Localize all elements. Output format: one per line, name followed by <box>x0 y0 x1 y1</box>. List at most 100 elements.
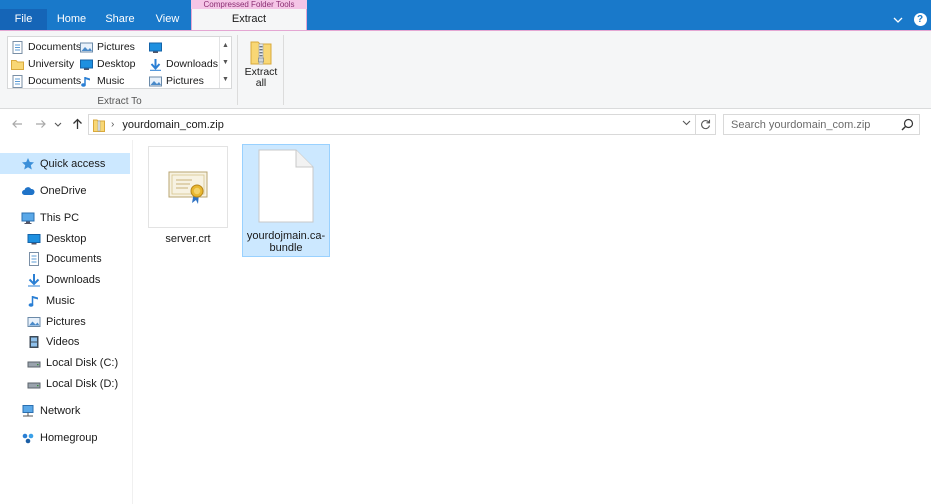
music-icon <box>81 76 90 87</box>
extract-to-label: Documents <box>28 75 82 87</box>
drive-icon <box>27 361 41 367</box>
ribbon-tab-bar: Compressed Folder Tools File Home Share … <box>0 0 931 31</box>
refresh-icon <box>701 119 711 130</box>
navigation-pane: Quick access OneDrive This PC Desktop Do… <box>0 140 133 504</box>
extract-to-music[interactable]: Music <box>80 73 124 89</box>
folder-icon <box>11 59 24 70</box>
help-button[interactable]: ? <box>909 9 931 30</box>
nav-item-label: Network <box>40 404 81 417</box>
tab-view[interactable]: View <box>144 9 191 30</box>
desktop-icon <box>27 233 41 244</box>
arrow-left-icon <box>12 120 22 128</box>
search-icon[interactable] <box>901 118 914 131</box>
nav-item-quick-access[interactable]: Quick access <box>0 153 130 174</box>
recent-locations-button[interactable] <box>52 115 64 133</box>
downloads-icon <box>150 58 161 71</box>
nav-item-pictures[interactable]: Pictures <box>0 311 130 332</box>
documents-icon <box>12 74 23 88</box>
gallery-more-icon[interactable]: ▼ <box>222 76 229 83</box>
file-item-server-crt[interactable]: server.crt <box>147 146 229 245</box>
nav-item-local-disk-d[interactable]: Local Disk (D:) <box>0 373 130 394</box>
extract-to-documents-2[interactable]: Documents <box>11 73 81 89</box>
cloud-icon <box>22 186 35 195</box>
extract-to-desktop-2[interactable] <box>149 39 166 55</box>
tab-extract[interactable]: Extract <box>191 9 307 31</box>
nav-item-label: OneDrive <box>40 184 87 197</box>
zip-folder-icon <box>250 41 272 65</box>
tab-file[interactable]: File <box>0 9 47 30</box>
chevron-down-icon <box>682 120 691 126</box>
chevron-down-icon <box>54 122 62 127</box>
scroll-down-arrow-icon[interactable]: ▼ <box>222 59 229 66</box>
nav-item-network[interactable]: Network <box>0 400 130 421</box>
extract-to-label: Pictures <box>97 41 135 53</box>
extract-to-desktop[interactable]: Desktop <box>80 56 136 72</box>
breadcrumb-separator-icon[interactable]: › <box>111 119 114 130</box>
nav-item-documents[interactable]: Documents <box>0 248 130 269</box>
extract-to-label: Downloads <box>166 58 218 70</box>
nav-item-label: Desktop <box>46 232 87 245</box>
pictures-icon <box>27 316 41 327</box>
pictures-icon <box>149 76 162 86</box>
homegroup-icon <box>22 433 34 443</box>
nav-item-label: This PC <box>40 211 80 224</box>
extract-all-button[interactable]: Extract all <box>243 37 279 97</box>
nav-item-onedrive[interactable]: OneDrive <box>0 180 130 201</box>
tab-home[interactable]: Home <box>47 9 96 30</box>
navigation-bar: › yourdomain_com.zip <box>0 111 931 138</box>
extract-to-documents[interactable]: Documents <box>11 39 81 55</box>
file-item-ca-bundle[interactable]: yourdojmain.ca-bundle <box>242 144 330 257</box>
nav-item-local-disk-c[interactable]: Local Disk (C:) <box>0 352 130 373</box>
extract-to-label: University <box>28 58 75 70</box>
downloads-icon <box>28 273 40 286</box>
nav-item-this-pc[interactable]: This PC <box>0 207 130 228</box>
extract-to-downloads[interactable]: Downloads <box>149 56 218 72</box>
ribbon-extract-panel: Documents University Documents Pictures … <box>0 30 931 109</box>
extract-to-gallery: Documents University Documents Pictures … <box>7 36 232 89</box>
nav-item-label: Local Disk (D:) <box>46 377 119 390</box>
extract-to-pictures[interactable]: Pictures <box>80 39 135 55</box>
extract-to-pictures-2[interactable]: Pictures <box>149 73 204 89</box>
certificate-icon <box>168 171 208 204</box>
search-input[interactable] <box>731 118 899 131</box>
ribbon-divider <box>283 35 284 105</box>
up-button[interactable] <box>68 115 86 133</box>
nav-item-label: Music <box>46 294 75 307</box>
back-button[interactable] <box>8 115 26 133</box>
scroll-up-arrow-icon[interactable]: ▲ <box>222 42 229 49</box>
file-thumbnail <box>243 145 329 227</box>
desktop-icon <box>80 59 93 70</box>
computer-icon <box>21 212 35 224</box>
nav-item-homegroup[interactable]: Homegroup <box>0 427 130 448</box>
extract-to-university[interactable]: University <box>11 56 74 72</box>
context-tab-group-label: Compressed Folder Tools <box>191 0 307 9</box>
address-history-dropdown[interactable] <box>682 118 691 129</box>
address-bar[interactable]: › yourdomain_com.zip <box>88 114 696 135</box>
nav-item-label: Homegroup <box>40 431 98 444</box>
nav-item-videos[interactable]: Videos <box>0 331 130 352</box>
nav-item-label: Quick access <box>40 157 106 170</box>
file-list[interactable]: server.crt yourdojmain.ca-bundle <box>134 140 931 504</box>
gallery-scroll-controls: ▲ ▼ ▼ <box>219 37 231 88</box>
tab-share[interactable]: Share <box>96 9 144 30</box>
extract-to-label: Documents <box>28 41 82 53</box>
nav-item-desktop[interactable]: Desktop <box>0 228 130 249</box>
star-icon <box>22 157 34 169</box>
ribbon-divider <box>237 35 238 105</box>
file-thumbnail <box>148 146 228 228</box>
videos-icon <box>29 335 39 348</box>
extract-all-label-line2: all <box>255 77 267 89</box>
network-icon <box>22 404 34 416</box>
extract-to-label: Pictures <box>166 75 204 87</box>
search-box[interactable] <box>723 114 920 135</box>
refresh-button[interactable] <box>696 114 716 135</box>
arrow-right-icon <box>36 120 46 128</box>
nav-item-label: Videos <box>46 335 80 348</box>
forward-button[interactable] <box>32 115 50 133</box>
nav-item-downloads[interactable]: Downloads <box>0 269 130 290</box>
file-name: server.crt <box>165 233 211 245</box>
music-icon <box>28 295 38 307</box>
ribbon-collapse-button[interactable] <box>887 9 909 30</box>
breadcrumb-current[interactable]: yourdomain_com.zip <box>122 119 224 131</box>
nav-item-music[interactable]: Music <box>0 290 130 311</box>
